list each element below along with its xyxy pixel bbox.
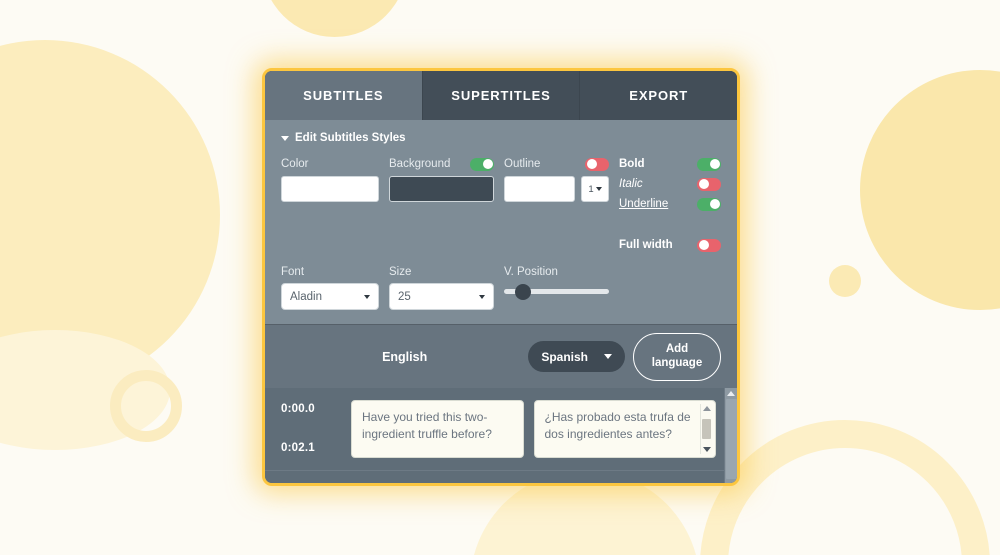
- table-row: 0:00.0 0:02.1 Have you tried this two-in…: [265, 388, 724, 471]
- scroll-down-arrow-icon[interactable]: [702, 447, 711, 452]
- tab-supertitles[interactable]: SUPERTITLES: [422, 71, 581, 120]
- outline-width-value: 1: [588, 183, 594, 195]
- tab-export[interactable]: EXPORT: [580, 71, 737, 120]
- chevron-down-icon: [595, 187, 602, 191]
- tab-bar: SUBTITLES SUPERTITLES EXPORT: [265, 71, 737, 120]
- tab-supertitles-label: SUPERTITLES: [451, 88, 551, 103]
- font-field: Font Aladin: [281, 266, 379, 310]
- style-controls-grid: Color Background Outline 1 Bold Italic U…: [281, 157, 721, 310]
- text-style-toggles: Bold Italic Underline Full width: [619, 157, 721, 252]
- primary-language-label: English: [382, 349, 428, 364]
- decorative-ring-large: [700, 420, 990, 555]
- scrollbar-thumb[interactable]: [702, 419, 711, 439]
- background-field: Background: [389, 157, 494, 252]
- size-value: 25: [398, 290, 411, 303]
- decorative-circle-2: [262, 0, 407, 37]
- scroll-up-arrow-icon[interactable]: [702, 406, 711, 411]
- list-scrollbar-thumb[interactable]: [725, 399, 737, 479]
- table-row: 0:02.2 0:03.1 It has a deep rich. Tiene …: [265, 471, 724, 483]
- chevron-down-icon: [604, 354, 612, 359]
- font-label: Font: [281, 266, 305, 278]
- add-language-button[interactable]: Add language: [633, 332, 721, 381]
- tab-export-label: EXPORT: [629, 88, 689, 103]
- italic-label: Italic: [619, 178, 643, 190]
- decorative-circle-4: [829, 265, 861, 297]
- subtitle-end-time[interactable]: 0:02.1: [281, 442, 341, 454]
- decorative-circle-6: [0, 330, 170, 450]
- subtitle-start-time[interactable]: 0:00.0: [281, 403, 341, 415]
- bold-row: Bold: [619, 157, 721, 171]
- bold-label: Bold: [619, 158, 645, 170]
- edit-styles-header[interactable]: Edit Subtitles Styles: [281, 132, 721, 144]
- color-swatch[interactable]: [281, 176, 379, 202]
- subtitle-target-text-wrapper: ¿Has probado esta trufa de dos ingredien…: [533, 400, 716, 458]
- v-position-slider-thumb[interactable]: [514, 283, 531, 300]
- outline-color-swatch[interactable]: [504, 176, 575, 202]
- underline-row: Underline: [619, 197, 721, 211]
- tab-subtitles-label: SUBTITLES: [303, 88, 384, 103]
- full-width-toggle[interactable]: [697, 238, 721, 252]
- full-width-label: Full width: [619, 239, 673, 251]
- color-field: Color: [281, 157, 379, 252]
- outline-label: Outline: [504, 158, 541, 170]
- font-value: Aladin: [290, 290, 322, 303]
- outline-toggle[interactable]: [585, 157, 609, 171]
- bold-toggle[interactable]: [697, 157, 721, 171]
- primary-language-container: English: [281, 350, 528, 364]
- secondary-language-select[interactable]: Spanish: [528, 341, 625, 372]
- scroll-up-arrow-icon[interactable]: [727, 391, 735, 396]
- edit-styles-panel: Edit Subtitles Styles Color Background O…: [265, 120, 737, 324]
- outline-width-select[interactable]: 1: [581, 176, 609, 202]
- size-select[interactable]: 25: [389, 283, 494, 310]
- decorative-ring-small: [110, 370, 182, 442]
- background-toggle[interactable]: [470, 157, 494, 171]
- v-position-field: V. Position: [504, 266, 609, 310]
- v-position-label: V. Position: [504, 266, 558, 278]
- color-label: Color: [281, 158, 309, 170]
- decorative-circle-3: [860, 70, 1000, 310]
- subtitle-scroll-area: 0:00.0 0:02.1 Have you tried this two-in…: [265, 388, 724, 483]
- italic-row: Italic: [619, 177, 721, 191]
- subtitle-source-text[interactable]: Have you tried this two-ingredient truff…: [351, 400, 524, 458]
- subtitle-target-text[interactable]: ¿Has probado esta trufa de dos ingredien…: [545, 410, 691, 441]
- background-label: Background: [389, 158, 451, 170]
- secondary-language-value: Spanish: [541, 349, 588, 364]
- add-language-line1: Add: [665, 343, 689, 356]
- v-position-slider[interactable]: [504, 283, 609, 300]
- chevron-down-icon: [281, 135, 289, 141]
- chevron-down-icon: [479, 294, 485, 299]
- full-width-row: Full width: [619, 238, 721, 252]
- textarea-scrollbar[interactable]: [700, 404, 712, 454]
- subtitle-timestamps: 0:00.0 0:02.1: [273, 400, 341, 454]
- list-scrollbar[interactable]: [724, 388, 737, 483]
- background-swatch[interactable]: [389, 176, 494, 202]
- chevron-down-icon: [364, 294, 370, 299]
- page-background: SUBTITLES SUPERTITLES EXPORT Edit Subtit…: [0, 0, 1000, 555]
- edit-styles-title: Edit Subtitles Styles: [295, 132, 406, 144]
- underline-toggle[interactable]: [697, 197, 721, 211]
- add-language-line2: language: [651, 356, 703, 369]
- size-label: Size: [389, 266, 412, 278]
- tab-subtitles[interactable]: SUBTITLES: [265, 71, 423, 120]
- decorative-circle-1: [0, 40, 220, 390]
- outline-field: Outline 1: [504, 157, 609, 252]
- italic-toggle[interactable]: [697, 177, 721, 191]
- subtitle-editor-window: SUBTITLES SUPERTITLES EXPORT Edit Subtit…: [262, 68, 740, 486]
- underline-label: Underline: [619, 198, 669, 210]
- language-bar: English Spanish Add language: [265, 324, 737, 388]
- subtitle-list: 0:00.0 0:02.1 Have you tried this two-in…: [265, 388, 737, 483]
- font-select[interactable]: Aladin: [281, 283, 379, 310]
- size-field: Size 25: [389, 266, 494, 310]
